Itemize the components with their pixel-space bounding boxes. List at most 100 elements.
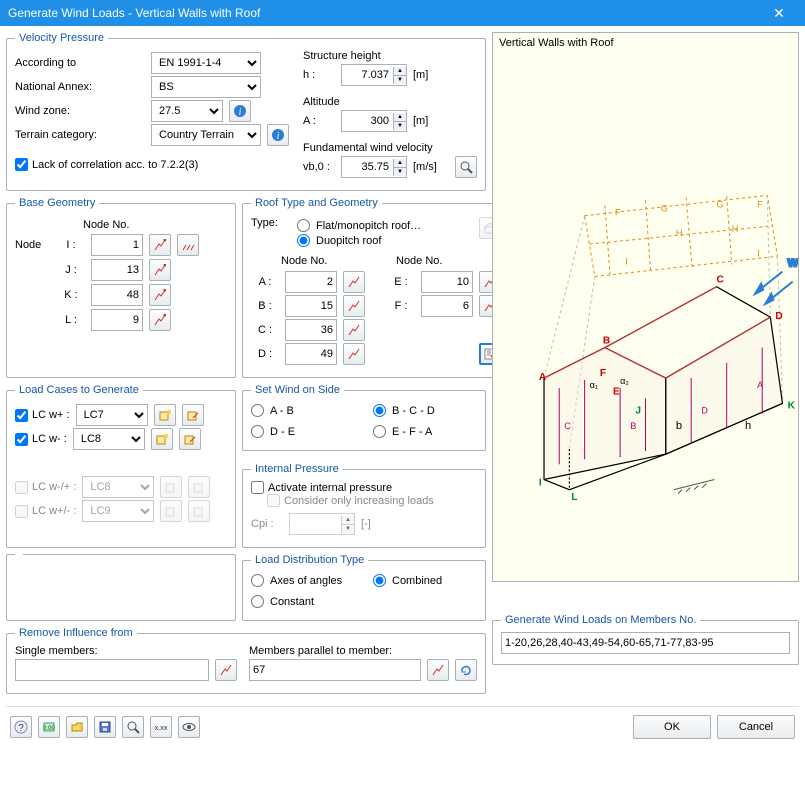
- close-icon[interactable]: ✕: [761, 5, 797, 22]
- pick-roof-A-icon[interactable]: [343, 271, 365, 293]
- node-I-input[interactable]: [91, 234, 143, 256]
- lc-wminus-checkbox[interactable]: LC w- :: [15, 433, 67, 446]
- parallel-pick-icon[interactable]: [427, 659, 449, 681]
- duopitch-roof-radio[interactable]: Duopitch roof: [297, 234, 473, 247]
- lc-wminus-edit-icon[interactable]: [179, 428, 201, 450]
- pick-all-icon[interactable]: [177, 234, 199, 256]
- lc-wminus-select[interactable]: LC8: [73, 428, 145, 450]
- precision-icon[interactable]: x.xx: [150, 716, 172, 738]
- altitude-label: Altitude: [303, 96, 477, 108]
- activate-internal-checkbox[interactable]: Activate internal pressure: [251, 481, 477, 494]
- pick-roof-D-icon[interactable]: [343, 343, 365, 365]
- national-annex-select[interactable]: BS: [151, 76, 261, 98]
- parallel-reset-icon[interactable]: [455, 659, 477, 681]
- lc-wpm-new-icon: [160, 500, 182, 522]
- altitude-input[interactable]: ▲▼: [341, 110, 407, 132]
- lc-wmp-checkbox[interactable]: LC w-/+ :: [15, 481, 76, 494]
- h-unit: [m]: [413, 69, 428, 81]
- ok-button[interactable]: OK: [633, 715, 711, 739]
- pick-J-icon[interactable]: [149, 259, 171, 281]
- vb-unit: [m/s]: [413, 161, 437, 173]
- svg-text:A: A: [539, 372, 547, 383]
- A-label: A :: [303, 115, 335, 127]
- parallel-members-input[interactable]: [249, 659, 421, 681]
- vb-input[interactable]: ▲▼: [341, 156, 407, 178]
- generate-members-group: Generate Wind Loads on Members No.: [492, 614, 799, 665]
- roof-F-input[interactable]: [421, 295, 473, 317]
- vb-label: vb,0 :: [303, 161, 335, 173]
- single-members-pick-icon[interactable]: [215, 659, 237, 681]
- svg-text:I: I: [539, 478, 542, 489]
- svg-text:B: B: [630, 421, 636, 431]
- cancel-button[interactable]: Cancel: [717, 715, 795, 739]
- remove-legend: Remove Influence from: [15, 627, 137, 639]
- preview-drawing: F G G F I H H I: [493, 33, 798, 581]
- single-members-input[interactable]: [15, 659, 209, 681]
- L-label: L :: [57, 314, 85, 326]
- side-DE-radio[interactable]: D - E: [251, 425, 355, 438]
- roof-F-label: F :: [387, 300, 415, 312]
- view-icon[interactable]: [178, 716, 200, 738]
- svg-text:h: h: [745, 420, 751, 432]
- lc-wplus-checkbox[interactable]: LC w+ :: [15, 409, 70, 422]
- h-input[interactable]: ▲▼: [341, 64, 407, 86]
- A-unit: [m]: [413, 115, 428, 127]
- preview-title: Vertical Walls with Roof: [499, 37, 614, 49]
- node-K-input[interactable]: [91, 284, 143, 306]
- wind-zone-select[interactable]: 27.5: [151, 100, 223, 122]
- lc-wpm-checkbox[interactable]: LC w+/- :: [15, 505, 76, 518]
- zoom-icon[interactable]: [122, 716, 144, 738]
- roof-E-label: E :: [387, 276, 415, 288]
- lc-wplus-edit-icon[interactable]: [182, 404, 204, 426]
- combined-radio[interactable]: Combined: [373, 574, 477, 587]
- pick-roof-B-icon[interactable]: [343, 295, 365, 317]
- lc-wminus-new-icon[interactable]: [151, 428, 173, 450]
- lc-wplus-new-icon[interactable]: [154, 404, 176, 426]
- pick-roof-C-icon[interactable]: [343, 319, 365, 341]
- roof-nodeno-header2: Node No.: [396, 255, 501, 267]
- side-EFA-radio[interactable]: E - F - A: [373, 425, 477, 438]
- svg-text:L: L: [571, 492, 577, 503]
- side-AB-radio[interactable]: A - B: [251, 404, 355, 417]
- J-label: J :: [57, 264, 85, 276]
- roof-E-input[interactable]: [421, 271, 473, 293]
- terrain-info-icon[interactable]: i: [267, 124, 289, 146]
- generate-members-input[interactable]: [501, 632, 790, 654]
- lc-wmp-edit-icon: [188, 476, 210, 498]
- internal-legend: Internal Pressure: [251, 463, 343, 475]
- flat-roof-radio[interactable]: Flat/monopitch roof…: [297, 219, 473, 232]
- pick-L-icon[interactable]: [149, 309, 171, 331]
- constant-radio[interactable]: Constant: [251, 595, 355, 608]
- open-icon[interactable]: [66, 716, 88, 738]
- title-bar: Generate Wind Loads - Vertical Walls wit…: [0, 0, 805, 26]
- pick-I-icon[interactable]: [149, 234, 171, 256]
- svg-text:G: G: [661, 204, 668, 214]
- roof-C-input[interactable]: [285, 319, 337, 341]
- roof-A-input[interactable]: [285, 271, 337, 293]
- roof-B-input[interactable]: [285, 295, 337, 317]
- help-icon[interactable]: ?: [10, 716, 32, 738]
- side-BCD-radio[interactable]: B - C - D: [373, 404, 477, 417]
- single-members-label: Single members:: [15, 645, 237, 657]
- lc-wplus-select[interactable]: LC7: [76, 404, 148, 426]
- according-to-select[interactable]: EN 1991-1-4: [151, 52, 261, 74]
- axes-radio[interactable]: Axes of angles: [251, 574, 355, 587]
- svg-text:W: W: [788, 257, 798, 269]
- velocity-detail-icon[interactable]: [455, 156, 477, 178]
- wind-zone-info-icon[interactable]: i: [229, 100, 251, 122]
- node-L-input[interactable]: [91, 309, 143, 331]
- I-label: I :: [57, 239, 85, 251]
- generate-legend: Generate Wind Loads on Members No.: [501, 614, 700, 626]
- roof-D-input[interactable]: [285, 343, 337, 365]
- units-icon[interactable]: 0.00: [38, 716, 60, 738]
- node-J-input[interactable]: [91, 259, 143, 281]
- lc-wpm-select: LC9: [82, 500, 154, 522]
- save-icon[interactable]: [94, 716, 116, 738]
- svg-text:F: F: [757, 200, 763, 210]
- cpi-unit: [-]: [361, 518, 371, 530]
- lack-of-correlation-checkbox[interactable]: Lack of correlation acc. to 7.2.2(3): [15, 158, 198, 171]
- pick-K-icon[interactable]: [149, 284, 171, 306]
- velocity-legend: Velocity Pressure: [15, 32, 108, 44]
- national-annex-label: National Annex:: [15, 81, 145, 93]
- terrain-category-select[interactable]: Country Terrain: [151, 124, 261, 146]
